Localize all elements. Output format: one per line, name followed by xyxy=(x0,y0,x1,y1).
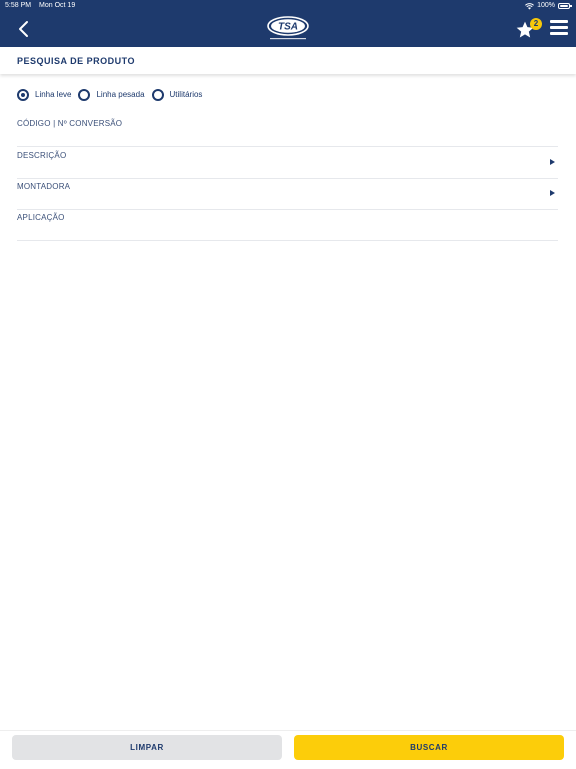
radio-linha-leve[interactable]: Linha leve xyxy=(17,88,72,101)
search-button[interactable]: BUSCAR xyxy=(294,735,564,760)
tsa-logo: TSA xyxy=(267,16,309,40)
triangle-right-icon xyxy=(550,159,555,165)
status-left: 5:58 PM Mon Oct 19 xyxy=(5,0,75,12)
radio-label: Utilitários xyxy=(169,90,203,99)
hamburger-menu-icon xyxy=(550,20,568,23)
product-line-radio-group: Linha leve Linha pesada Utilitários xyxy=(17,88,209,101)
logo-text: TSA xyxy=(278,22,298,33)
wifi-icon xyxy=(525,2,535,9)
status-date: Mon Oct 19 xyxy=(39,2,76,9)
manufacturer-field-label: MONTADORA xyxy=(17,182,71,191)
back-button[interactable] xyxy=(12,17,34,41)
radio-label: Linha leve xyxy=(35,90,72,99)
application-input-field[interactable]: APLICAÇÃO xyxy=(17,210,558,241)
menu-icon-line xyxy=(550,32,568,35)
favorites-count-badge: 2 xyxy=(530,18,542,30)
menu-button[interactable] xyxy=(550,20,570,38)
manufacturer-select-field[interactable]: MONTADORA xyxy=(17,179,558,210)
page-title: PESQUISA DE PRODUTO xyxy=(17,56,136,66)
triangle-right-icon xyxy=(550,190,555,196)
radio-label: Linha pesada xyxy=(96,90,145,99)
radio-utilitarios[interactable]: Utilitários xyxy=(151,88,203,101)
application-field-label: APLICAÇÃO xyxy=(17,213,65,222)
chevron-left-icon xyxy=(19,21,28,37)
battery-icon xyxy=(558,3,572,9)
radio-checked-icon xyxy=(17,88,29,101)
radio-unchecked-icon xyxy=(78,88,91,101)
description-select-field[interactable]: DESCRIÇÃO xyxy=(17,148,558,179)
app-header: 5:58 PM Mon Oct 19 100% TSA 2 xyxy=(0,0,576,47)
description-field-label: DESCRIÇÃO xyxy=(17,151,67,160)
battery-percent: 100% xyxy=(537,2,555,9)
status-bar: 5:58 PM Mon Oct 19 100% xyxy=(0,0,576,12)
code-field-label: CÓDIGO | Nº CONVERSÃO xyxy=(17,119,123,128)
clear-button[interactable]: LIMPAR xyxy=(12,735,282,760)
menu-icon-line xyxy=(550,26,568,29)
status-right: 100% xyxy=(525,0,572,12)
status-time: 5:58 PM xyxy=(5,2,32,9)
favorites-button[interactable]: 2 xyxy=(515,18,542,40)
page-title-bar: PESQUISA DE PRODUTO xyxy=(0,47,576,74)
radio-unchecked-icon xyxy=(151,88,164,101)
bottom-action-bar: LIMPAR BUSCAR xyxy=(0,730,576,769)
code-input-field[interactable]: CÓDIGO | Nº CONVERSÃO xyxy=(17,116,558,147)
radio-linha-pesada[interactable]: Linha pesada xyxy=(78,88,145,101)
